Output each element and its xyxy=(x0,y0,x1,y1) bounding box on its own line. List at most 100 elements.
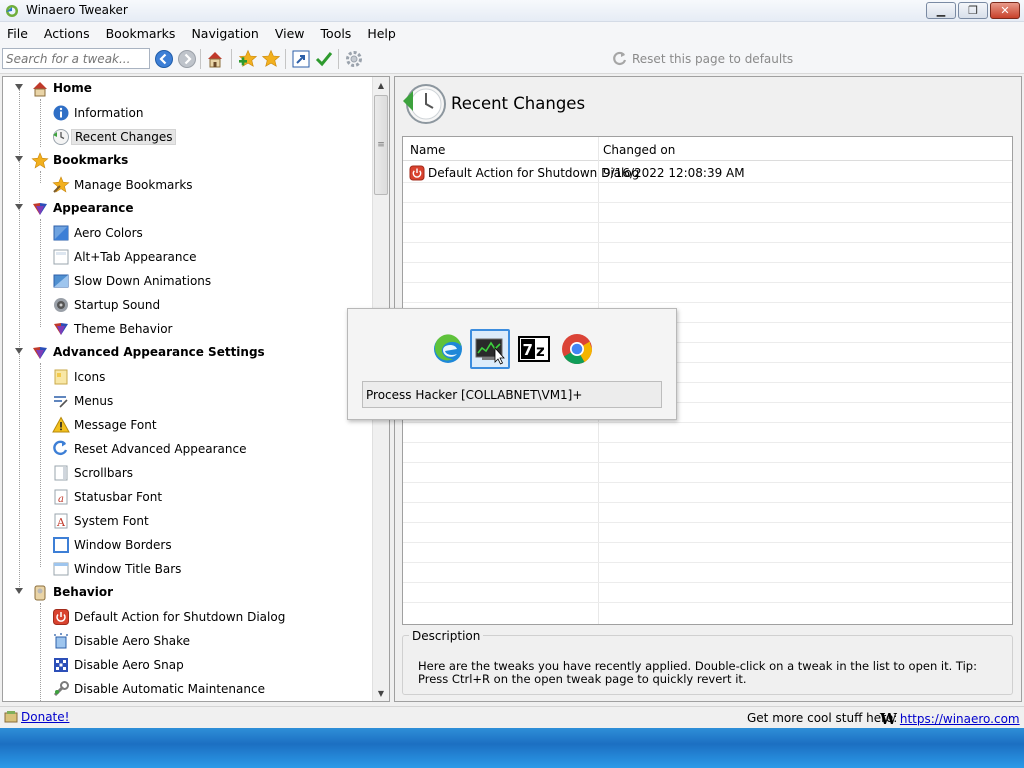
tree-category-bookmarks[interactable]: Bookmarks xyxy=(3,149,373,173)
tree-category-appearance[interactable]: Appearance xyxy=(3,197,373,221)
alt-tab-app-process-hacker[interactable] xyxy=(470,329,510,369)
alt-tab-switcher: 7 z Process Hacker [COLLABNET\VM1]+ xyxy=(347,308,677,420)
page-title: Recent Changes xyxy=(451,94,586,113)
tree-label: Icons xyxy=(74,370,106,384)
description-text: Here are the tweaks you have recently ap… xyxy=(418,659,977,686)
home-icon[interactable] xyxy=(205,49,225,69)
apply-check-icon[interactable] xyxy=(314,49,334,69)
alt-tab-app-edge[interactable] xyxy=(428,329,468,369)
tree-item-information[interactable]: Information xyxy=(3,101,373,125)
alt-tab-app-chrome[interactable] xyxy=(557,329,597,369)
tree-label: Behavior xyxy=(53,585,114,599)
theme-palette-icon xyxy=(54,323,68,335)
toolbar-separator xyxy=(338,49,339,69)
tree-item-recent-changes[interactable]: Recent Changes xyxy=(3,125,373,149)
tree-item-message-font[interactable]: Message Font xyxy=(3,413,373,437)
tree-item-statusbar-font[interactable]: a Statusbar Font xyxy=(3,485,373,509)
menu-navigation[interactable]: Navigation xyxy=(184,26,267,41)
table-cell-changed-on: 9/16/2022 12:08:39 AM xyxy=(603,166,745,180)
aero-shake-icon xyxy=(54,633,68,649)
expand-arrow-icon[interactable] xyxy=(15,348,23,354)
tree-label: Window Borders xyxy=(74,538,172,552)
tree-category-home[interactable]: Home xyxy=(3,77,373,101)
shortcut-icon[interactable] xyxy=(291,49,311,69)
add-bookmark-icon[interactable] xyxy=(238,49,258,69)
tree-category-behavior[interactable]: Behavior xyxy=(3,581,373,605)
scrollbar-thumb[interactable]: ≡ xyxy=(374,95,388,195)
tree-label: Statusbar Font xyxy=(74,490,163,504)
menu-bar: File Actions Bookmarks Navigation View T… xyxy=(0,22,1024,44)
minimize-button[interactable]: ▁ xyxy=(926,2,956,19)
bookmarks-icon[interactable] xyxy=(261,49,281,69)
column-header-name[interactable]: Name xyxy=(410,143,445,157)
row-line xyxy=(403,482,1012,483)
menu-bookmarks[interactable]: Bookmarks xyxy=(99,26,185,41)
expand-arrow-icon[interactable] xyxy=(15,204,23,210)
tree-item-slow-down-animations[interactable]: Slow Down Animations xyxy=(3,269,373,293)
alt-tab-app-7zip[interactable]: 7 z xyxy=(514,329,554,369)
reset-page-link[interactable]: Reset this page to defaults xyxy=(612,51,793,67)
process-hacker-icon xyxy=(475,338,505,365)
gear-icon[interactable] xyxy=(344,49,364,69)
donate-link[interactable]: Donate! xyxy=(21,710,69,724)
table-header: Name Changed on xyxy=(403,137,1012,161)
tree-item-aero-colors[interactable]: Aero Colors xyxy=(3,221,373,245)
menu-file[interactable]: File xyxy=(0,26,37,41)
close-button[interactable]: ✕ xyxy=(990,2,1020,19)
winaero-site-link[interactable]: https://winaero.com xyxy=(900,712,1020,726)
menu-tools[interactable]: Tools xyxy=(314,26,361,41)
tree-category-advanced-appearance[interactable]: Advanced Appearance Settings xyxy=(3,341,373,365)
tree-item-reset-advanced-appearance[interactable]: Reset Advanced Appearance xyxy=(3,437,373,461)
toolbar-separator xyxy=(231,49,232,69)
back-icon[interactable] xyxy=(154,49,174,69)
more-stuff-label: Get more cool stuff here: xyxy=(747,711,898,725)
tree-item-window-title-bars[interactable]: Window Title Bars xyxy=(3,557,373,581)
tree-item-manage-bookmarks[interactable]: Manage Bookmarks xyxy=(3,173,373,197)
tree-label: Disable Aero Snap xyxy=(74,658,184,672)
expand-arrow-icon[interactable] xyxy=(15,588,23,594)
forward-icon[interactable] xyxy=(177,49,197,69)
tree-item-startup-sound[interactable]: Startup Sound xyxy=(3,293,373,317)
scroll-down-arrow-icon[interactable]: ▼ xyxy=(373,685,389,701)
tree-item-disable-aero-shake[interactable]: Disable Aero Shake xyxy=(3,629,373,653)
7zip-icon: 7 z xyxy=(518,336,550,362)
power-icon xyxy=(409,165,425,181)
expand-arrow-icon[interactable] xyxy=(15,84,23,90)
scroll-up-arrow-icon[interactable]: ▲ xyxy=(373,77,389,93)
row-line xyxy=(403,522,1012,523)
menu-help[interactable]: Help xyxy=(360,26,405,41)
row-line xyxy=(403,282,1012,283)
speaker-icon xyxy=(54,298,68,312)
info-icon xyxy=(53,105,69,121)
tree-item-disable-aero-snap[interactable]: Disable Aero Snap xyxy=(3,653,373,677)
search-input[interactable] xyxy=(2,48,150,69)
tree-label: Message Font xyxy=(74,418,157,432)
tree-item-window-borders[interactable]: Window Borders xyxy=(3,533,373,557)
menu-actions[interactable]: Actions xyxy=(37,26,99,41)
menu-view[interactable]: View xyxy=(268,26,314,41)
7zip-digit: 7 xyxy=(523,341,533,359)
tree-item-icons[interactable]: Icons xyxy=(3,365,373,389)
tree-item-menus[interactable]: Menus xyxy=(3,389,373,413)
tree-item-default-action-shutdown[interactable]: Default Action for Shutdown Dialog xyxy=(3,605,373,629)
toolbar-separator xyxy=(200,49,201,69)
tweak-tree-pane: Home Information Recent Changes Bookmark… xyxy=(2,76,390,702)
tree-item-alt-tab-appearance[interactable]: Alt+Tab Appearance xyxy=(3,245,373,269)
window-title: Winaero Tweaker xyxy=(26,3,128,17)
svg-text:A: A xyxy=(56,516,66,529)
column-header-changed-on[interactable]: Changed on xyxy=(603,143,675,157)
tree-item-system-font[interactable]: A System Font xyxy=(3,509,373,533)
expand-arrow-icon[interactable] xyxy=(15,156,23,162)
tree-label: Disable Aero Shake xyxy=(74,634,191,648)
winaero-logo-icon: W xyxy=(880,710,897,728)
behavior-icon xyxy=(34,585,46,601)
aero-snap-icon xyxy=(54,658,68,672)
maximize-button[interactable]: ❐ xyxy=(958,2,988,19)
row-line xyxy=(403,582,1012,583)
tree-label: Theme Behavior xyxy=(74,322,173,336)
recent-changes-clock-icon xyxy=(53,129,69,145)
statusbar-font-icon: a xyxy=(54,489,68,505)
tree-item-scrollbars[interactable]: Scrollbars xyxy=(3,461,373,485)
tree-item-disable-automatic-maintenance[interactable]: Disable Automatic Maintenance xyxy=(3,677,373,701)
tree-item-theme-behavior[interactable]: Theme Behavior xyxy=(3,317,373,341)
